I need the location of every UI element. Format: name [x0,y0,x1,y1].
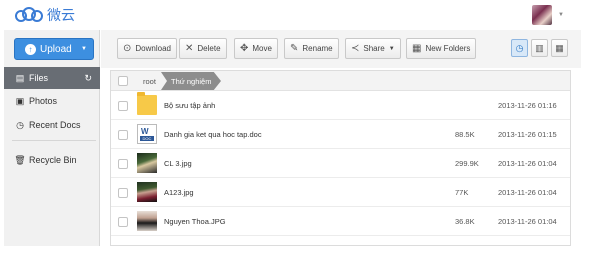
move-icon: ✥ [240,43,249,54]
file-name[interactable]: A123.jpg [164,178,194,207]
list-icon: ▥ [535,42,544,53]
breadcrumb-current[interactable]: Thứ nghiệm [161,72,221,90]
new-folders-label: New Folders [425,44,471,53]
breadcrumb: root Thứ nghiệm [111,71,570,91]
move-label: Move [252,44,272,53]
new-folder-icon: ▦ [412,43,422,54]
file-list: root Thứ nghiệm Bộ sưu tập ảnh 2013-11-2… [110,70,571,246]
file-size: 299.9K [455,159,479,168]
folder-icon [137,92,157,115]
download-icon: ⊙ [123,43,132,54]
doc-badge: DOC [140,136,154,141]
share-icon: ≺ [351,43,360,54]
weiyun-logo[interactable]: 微云 [14,5,75,25]
file-name[interactable]: CL 3.jpg [164,149,192,178]
delete-button[interactable]: ✕ Delete [179,38,227,59]
table-row[interactable]: CL 3.jpg 299.9K 2013-11-26 01:04 [111,149,570,178]
close-icon: ✕ [185,43,194,54]
delete-label: Delete [197,44,221,53]
row-checkbox[interactable] [118,159,128,169]
file-size: 88.5K [455,130,475,139]
sidebar-item-label: Recycle Bin [29,155,77,165]
sidebar-item-label: Photos [29,96,58,106]
edit-icon: ✎ [290,43,299,54]
sidebar: ↑ Upload ▼ ▤ Files ↻ ▣ Photos ◷ Recent D… [4,30,100,246]
view-grid-button[interactable]: ▦ [551,39,568,57]
file-date: 2013-11-26 01:04 [498,159,557,168]
file-date: 2013-11-26 01:04 [498,188,557,197]
sidebar-item-files[interactable]: ▤ Files ↻ [4,67,100,89]
trash-icon: 🗑 [14,154,26,165]
chevron-down-icon: ▼ [388,45,395,52]
toolbar: ⊙ Download ✕ Delete ✥ Move ✎ Rename ≺ Sh… [101,30,581,68]
row-checkbox[interactable] [118,188,128,198]
brand-name: 微云 [47,8,75,24]
file-name[interactable]: Nguyen Thoa.JPG [164,207,226,236]
refresh-icon[interactable]: ↻ [84,73,92,84]
file-date: 2013-11-26 01:04 [498,217,557,226]
sidebar-item-label: Recent Docs [29,120,81,130]
share-button[interactable]: ≺ Share ▼ [345,38,401,59]
download-label: Download [135,44,171,53]
breadcrumb-root[interactable]: root [138,75,161,87]
upload-button[interactable]: ↑ Upload ▼ [14,38,94,60]
file-date: 2013-11-26 01:15 [498,130,557,139]
chevron-down-icon: ▼ [81,46,87,52]
grid-icon: ▦ [555,42,564,53]
chevron-down-icon[interactable]: ▼ [558,12,564,18]
table-row[interactable]: A123.jpg 77K 2013-11-26 01:04 [111,178,570,207]
page-margin [581,0,600,258]
upload-label: Upload [40,43,72,55]
sidebar-item-label: Files [29,73,49,83]
top-bar: 微云 ▼ [0,0,600,30]
file-size: 77K [455,188,469,197]
file-date: 2013-11-26 01:16 [498,101,557,110]
move-button[interactable]: ✥ Move [234,38,278,59]
row-checkbox[interactable] [118,217,128,227]
row-checkbox[interactable] [118,130,128,140]
file-name[interactable]: Danh gia ket qua hoc tap.doc [164,120,262,149]
row-checkbox[interactable] [118,101,128,111]
sidebar-divider [12,140,96,141]
upload-icon: ↑ [25,43,36,55]
file-size: 36.8K [455,217,475,226]
image-thumbnail [137,182,157,202]
clock-icon: ◷ [515,42,524,53]
download-button[interactable]: ⊙ Download [117,38,177,59]
table-row[interactable]: Nguyen Thoa.JPG 36.8K 2013-11-26 01:04 [111,207,570,236]
image-thumbnail [137,211,157,231]
files-icon: ▤ [15,72,25,83]
select-all-checkbox[interactable] [118,76,128,86]
view-timeline-button[interactable]: ◷ [511,39,528,57]
view-list-button[interactable]: ▥ [531,39,548,57]
table-row[interactable]: W DOC Danh gia ket qua hoc tap.doc 88.5K … [111,120,570,149]
sidebar-item-photos[interactable]: ▣ Photos [4,90,100,112]
table-row[interactable]: Bộ sưu tập ảnh 2013-11-26 01:16 [111,91,570,120]
sidebar-item-recent-docs[interactable]: ◷ Recent Docs [4,114,100,136]
rename-label: Rename [302,44,333,53]
image-thumbnail [137,153,157,173]
rename-button[interactable]: ✎ Rename [284,38,339,59]
file-name[interactable]: Bộ sưu tập ảnh [164,91,215,120]
share-label: Share [363,44,385,53]
photos-icon: ▣ [15,95,25,106]
cloud-logo-icon [15,7,43,22]
clock-icon: ◷ [16,119,24,130]
word-doc-icon: W DOC [137,124,157,144]
sidebar-item-recycle-bin[interactable]: 🗑 Recycle Bin [4,149,100,171]
avatar[interactable] [532,5,552,25]
new-folders-button[interactable]: ▦ New Folders [406,38,477,59]
